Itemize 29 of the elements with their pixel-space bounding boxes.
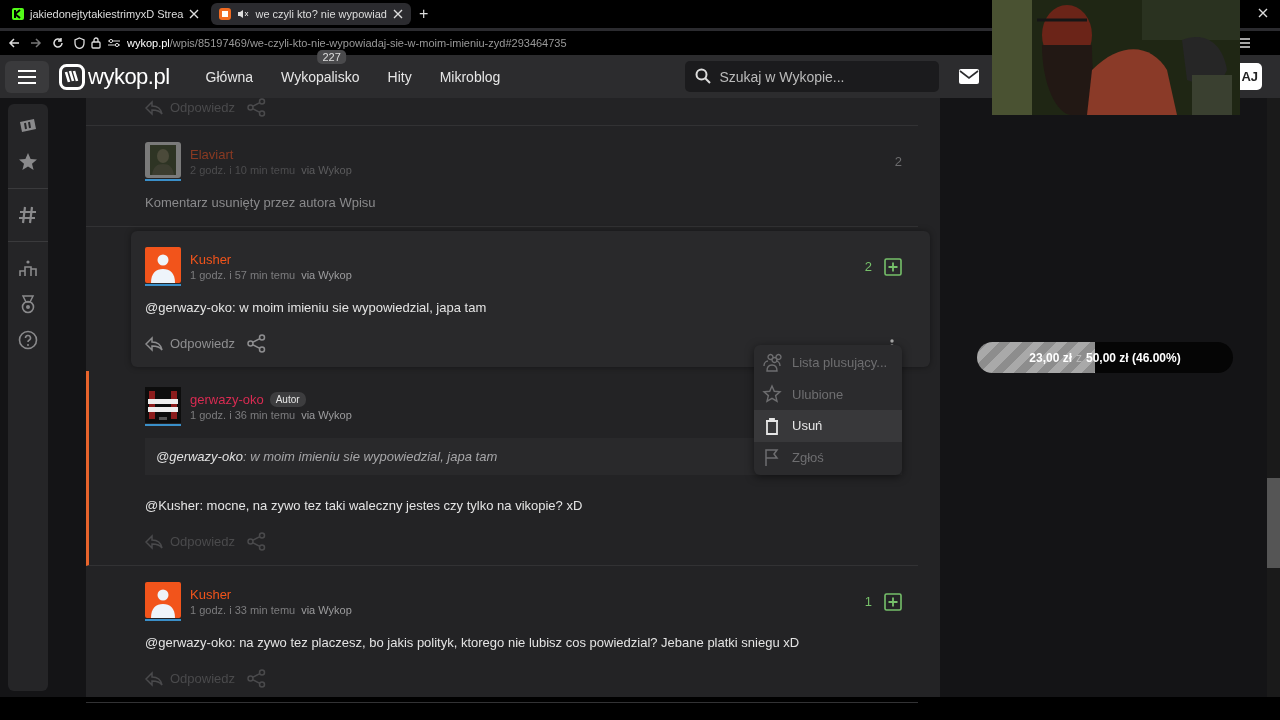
browser-tab[interactable]: we czyli kto? nie wypowiad (211, 3, 411, 25)
timestamp: 1 godz. i 33 min temu (190, 604, 296, 616)
user-button[interactable]: AJ (1239, 63, 1262, 90)
nav-link[interactable]: Hity (373, 68, 426, 85)
search-field[interactable]: Szukaj w Wykopie... (685, 61, 940, 92)
source-label: via Wykop (301, 604, 352, 616)
browser-tab[interactable]: jakiedonejtytakiestrimyxD Strea (4, 3, 208, 25)
author-name[interactable]: Kusher (190, 252, 232, 267)
source-label: via Wykop (301, 269, 352, 281)
timestamp: 1 godz. i 36 min temu (190, 409, 296, 421)
nav-link[interactable]: Główna (191, 68, 268, 85)
menu-item[interactable]: Usuń (754, 410, 902, 442)
comment-text: @gerwazy-oko: w moim imieniu sie wypowiedzial, japa tam (145, 299, 488, 317)
nav-link[interactable]: Mikroblog (425, 68, 515, 85)
vote-count: 2 (864, 259, 872, 274)
new-tab-button[interactable]: + (418, 5, 429, 23)
comment-text: @gerwazy-oko: na zywo tez placzesz, bo jakis polityk, ktorego nie lubisz cos powiedzial? Jebane platki sniegu xD (145, 634, 801, 652)
logo-text[interactable]: wykop.pl (88, 63, 170, 90)
timestamp: 1 godz. i 57 min temu (190, 269, 296, 281)
url-text[interactable]: wykop.pl/wpis/85197469/we-czyli-kto-nie-wypowiadaj-sie-w-moim-imieniu-zyd#293464735 (127, 37, 567, 49)
reply-button[interactable]: Odpowiedz (145, 335, 236, 352)
author-name[interactable]: Kusher (190, 587, 232, 602)
comment-text: Komentarz usunięty przez autora Wpisu (145, 194, 377, 212)
vote-count: 2 (894, 154, 902, 169)
author-badge: Autor (269, 392, 306, 407)
comment-text: @Kusher: mocne, na zywo tez taki waleczny jestes czy tylko na vikopie? xD (145, 497, 584, 515)
source-label: via Wykop (301, 409, 352, 421)
vote-count: 1 (864, 594, 872, 609)
raised-amount: 23,00 zł (1029, 350, 1072, 365)
